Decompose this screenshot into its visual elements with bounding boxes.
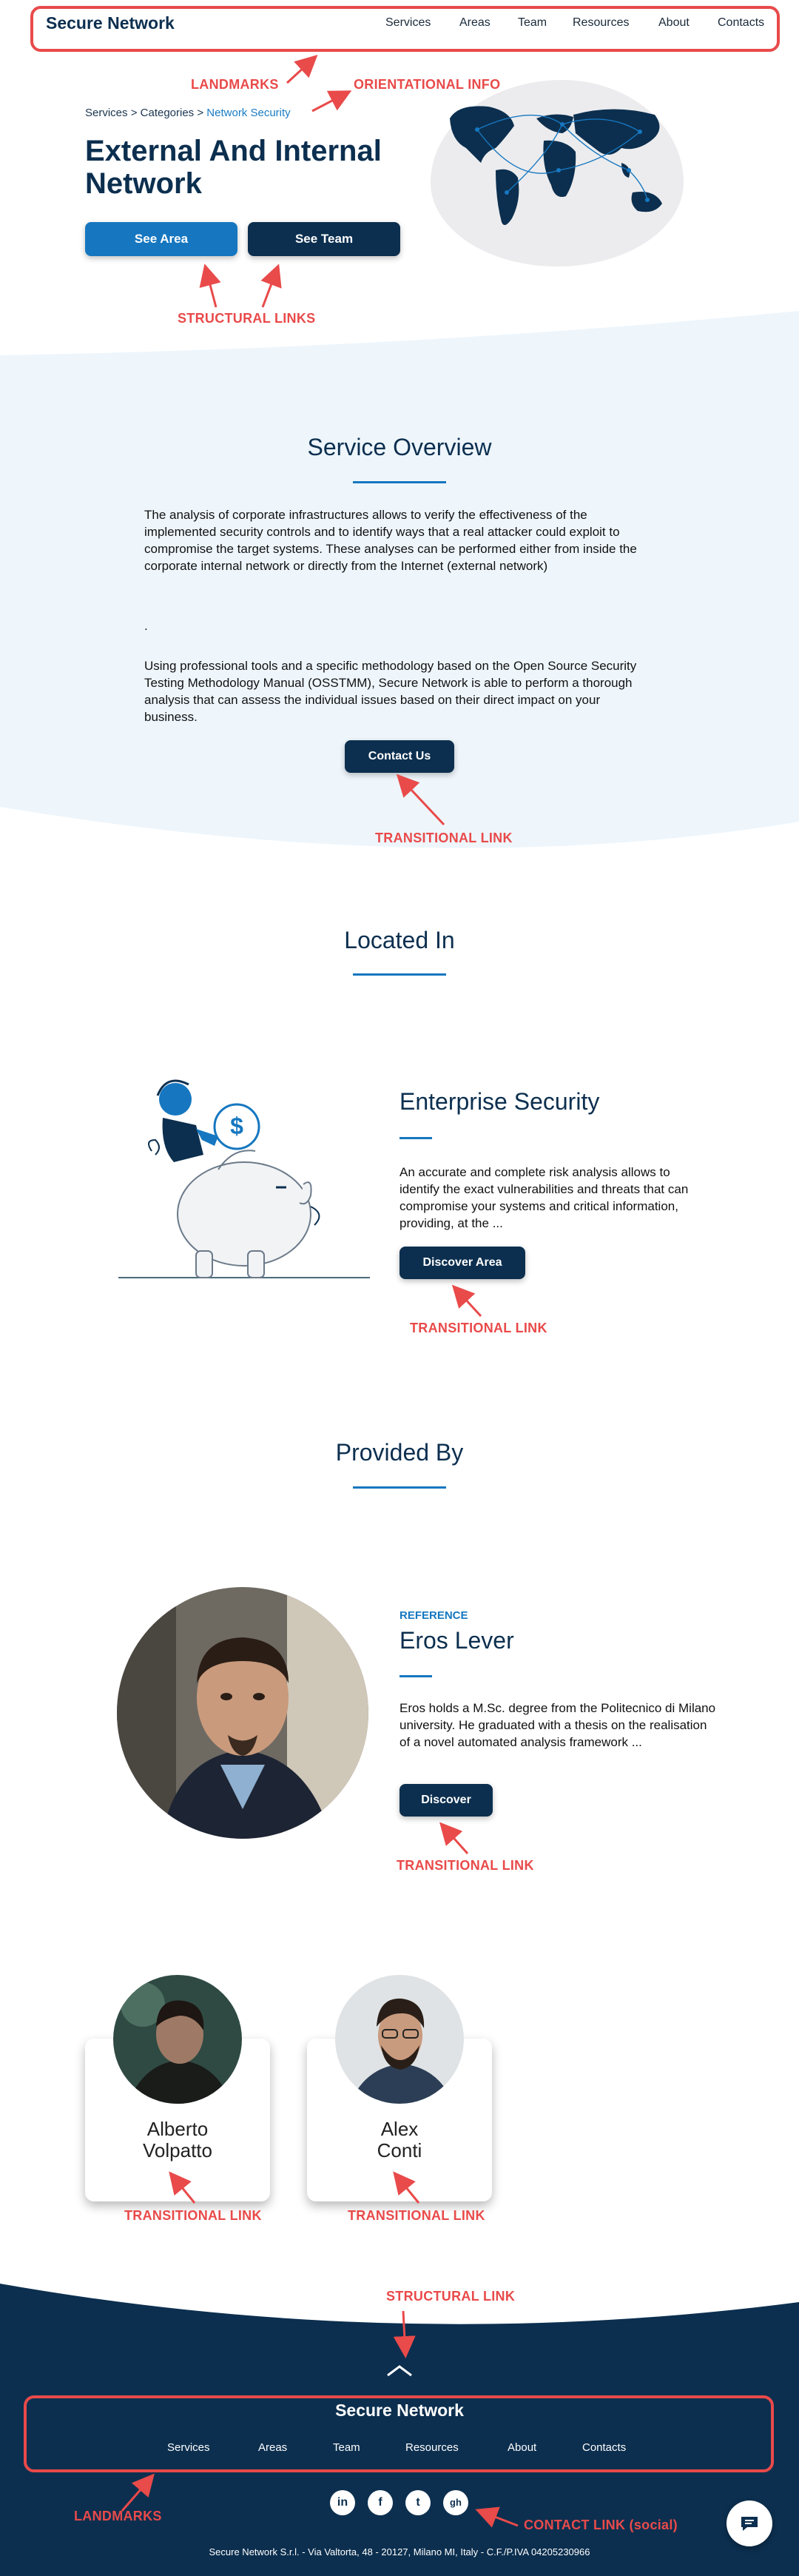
- piggy-bank-illustration: [118, 1079, 370, 1278]
- footer-nav-team[interactable]: Team: [333, 2441, 360, 2454]
- provided-underline: [353, 1486, 446, 1489]
- reference-label: REFERENCE: [400, 1609, 468, 1622]
- annotation-structural-footer: STRUCTURAL LINK: [386, 2289, 516, 2304]
- annotation-landmarks-top: LANDMARKS: [191, 77, 279, 92]
- github-icon[interactable]: gh: [443, 2490, 468, 2515]
- overview-paragraph-2: Using professional tools and a specific …: [144, 659, 637, 724]
- coin-dollar-symbol: $: [230, 1113, 243, 1139]
- breadcrumb-current: Network Security: [206, 107, 291, 119]
- footer-nav-contacts[interactable]: Contacts: [582, 2441, 626, 2454]
- breadcrumb: Services > Categories > Network Security: [85, 107, 291, 119]
- see-team-button[interactable]: See Team: [248, 222, 400, 256]
- discover-area-button[interactable]: Discover Area: [400, 1247, 525, 1279]
- footer-nav-resources[interactable]: Resources: [405, 2441, 459, 2454]
- area-title: Enterprise Security: [400, 1088, 600, 1115]
- annotation-transitional-contact: TRANSITIONAL LINK: [375, 831, 513, 845]
- world-map-illustration: [450, 106, 662, 225]
- breadcrumb-categories[interactable]: Categories: [141, 107, 195, 119]
- landmark-highlight-top: [30, 6, 780, 52]
- annotation-orientational: ORIENTATIONAL INFO: [354, 77, 501, 92]
- annotation-transitional-discover: TRANSITIONAL LINK: [397, 1858, 534, 1873]
- annotation-transitional-card2: TRANSITIONAL LINK: [348, 2208, 485, 2223]
- located-underline: [353, 973, 446, 976]
- annotation-structural-hero: STRUCTURAL LINKS: [178, 311, 316, 326]
- card-name-alex: Alex Conti: [377, 2118, 422, 2161]
- footer-nav-services[interactable]: Services: [167, 2441, 210, 2454]
- breadcrumb-services[interactable]: Services: [85, 107, 128, 119]
- page-title: External And Internal Network: [85, 135, 382, 200]
- card-name-alberto: Alberto Volpatto: [143, 2118, 212, 2161]
- overview-underline: [353, 481, 446, 483]
- alberto-volpatto-photo: [113, 1975, 242, 2104]
- chat-button[interactable]: [726, 2500, 772, 2546]
- see-area-button[interactable]: See Area: [85, 222, 237, 256]
- located-title: Located In: [344, 927, 455, 953]
- area-underline: [400, 1137, 432, 1139]
- overview-dot: .: [144, 619, 148, 633]
- reference-underline: [400, 1675, 432, 1677]
- chat-icon: [741, 2517, 758, 2531]
- eros-lever-photo: [117, 1587, 368, 1839]
- linkedin-icon[interactable]: in: [330, 2490, 355, 2515]
- scroll-to-top-icon[interactable]: [386, 2364, 413, 2378]
- annotation-transitional-area: TRANSITIONAL LINK: [410, 1321, 547, 1335]
- facebook-icon[interactable]: f: [368, 2490, 393, 2515]
- annotation-landmarks-footer: LANDMARKS: [74, 2509, 162, 2523]
- discover-button[interactable]: Discover: [400, 1784, 493, 1817]
- reference-name: Eros Lever: [400, 1627, 514, 1654]
- annotation-transitional-card1: TRANSITIONAL LINK: [124, 2208, 262, 2223]
- contact-us-button[interactable]: Contact Us: [345, 740, 454, 773]
- overview-paragraph-1: The analysis of corporate infrastructure…: [144, 508, 637, 573]
- footer-nav-areas[interactable]: Areas: [258, 2441, 287, 2454]
- twitter-icon[interactable]: t: [405, 2490, 431, 2515]
- alex-conti-photo: [335, 1975, 464, 2104]
- reference-description: Eros holds a M.Sc. degree from the Polit…: [400, 1701, 716, 1749]
- footer-legal-text: Secure Network S.r.l. - Via Valtorta, 48…: [209, 2546, 590, 2557]
- footer-brand[interactable]: Secure Network: [0, 2401, 799, 2421]
- annotation-contact-social: CONTACT LINK (social): [524, 2518, 678, 2532]
- overview-title: Service Overview: [307, 434, 492, 460]
- provided-title: Provided By: [335, 1439, 464, 1466]
- area-description: An accurate and complete risk analysis a…: [400, 1165, 689, 1230]
- footer-nav-about[interactable]: About: [508, 2441, 536, 2454]
